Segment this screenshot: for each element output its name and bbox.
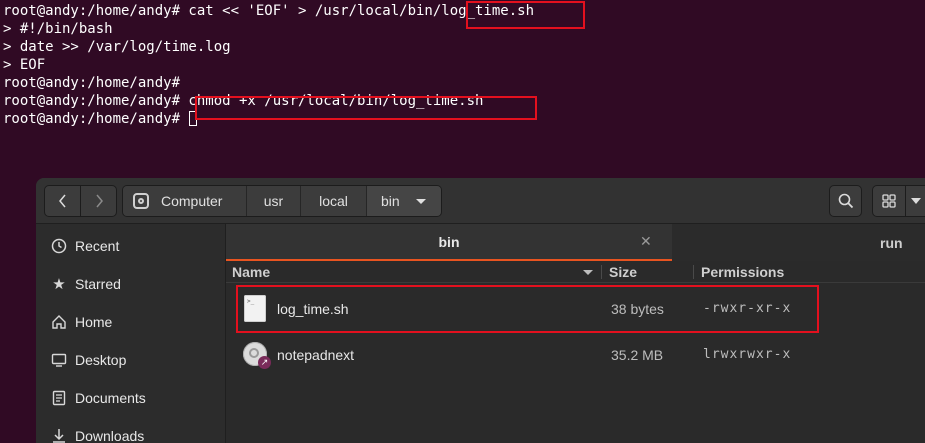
path-crumb-bin[interactable]: bin: [367, 186, 441, 216]
column-header: Name Size Permissions: [226, 262, 925, 283]
search-icon: [838, 193, 853, 209]
download-icon: [50, 428, 68, 443]
path-crumb-local[interactable]: local: [301, 186, 367, 216]
terminal-prompt: root@andy:/home/andy#: [3, 111, 189, 127]
tab-label: bin: [438, 233, 460, 250]
search-button[interactable]: [829, 185, 862, 217]
column-size-header[interactable]: Size: [609, 262, 637, 282]
sidebar-item-starred[interactable]: ★ Starred: [36, 265, 225, 303]
clock-icon: [50, 238, 68, 254]
column-separator[interactable]: [693, 265, 694, 279]
sidebar-item-desktop[interactable]: Desktop: [36, 341, 225, 379]
sidebar-item-downloads[interactable]: Downloads: [36, 417, 225, 443]
tab-bar: bin ✕ run: [226, 224, 925, 261]
file-name: notepadnext: [277, 347, 355, 363]
drive-icon: [133, 193, 149, 209]
desktop-icon: [50, 352, 68, 368]
path-crumb-label: local: [319, 193, 348, 209]
close-icon[interactable]: ✕: [640, 233, 652, 250]
sidebar-item-label: Documents: [75, 390, 146, 406]
path-bar: Computer usr local bin: [122, 185, 442, 217]
forward-button[interactable]: [80, 185, 117, 217]
sidebar-item-documents[interactable]: Documents: [36, 379, 225, 417]
column-permissions-header[interactable]: Permissions: [701, 262, 784, 282]
terminal-line: root@andy:/home/andy# chmod +x /usr/loca…: [3, 93, 484, 109]
back-button[interactable]: [44, 185, 81, 217]
terminal-line: > #!/bin/bash: [3, 21, 113, 37]
sidebar-item-label: Recent: [75, 238, 120, 254]
chevron-right-icon: [95, 194, 103, 208]
path-crumb-usr[interactable]: usr: [247, 186, 301, 216]
view-toggle-button[interactable]: [872, 185, 906, 217]
path-crumb-computer[interactable]: Computer: [123, 186, 247, 216]
path-crumb-label: Computer: [161, 193, 223, 209]
sidebar-item-label: Starred: [75, 276, 121, 292]
file-permissions: -rwxr-xr-x: [703, 301, 792, 316]
path-crumb-label: bin: [381, 193, 400, 209]
sidebar-item-home[interactable]: Home: [36, 303, 225, 341]
sidebar-item-recent[interactable]: Recent: [36, 227, 225, 265]
star-icon: ★: [52, 276, 66, 293]
sidebar: Recent ★ Starred Home Desktop Documents: [36, 224, 226, 443]
file-list-pane: bin ✕ run Name Size Permissions log_time…: [226, 224, 925, 443]
tab-bin[interactable]: bin ✕: [226, 224, 672, 261]
chevron-left-icon: [58, 194, 66, 208]
terminal-line: > EOF: [3, 57, 46, 73]
sidebar-item-label: Desktop: [75, 352, 127, 368]
terminal-line: > date >> /var/log/time.log: [3, 39, 231, 55]
file-row-notepadnext[interactable]: ↗ notepadnext 35.2 MB lrwxrwxr-x: [226, 332, 925, 378]
column-separator[interactable]: [601, 265, 602, 279]
terminal-prompt-line[interactable]: root@andy:/home/andy#: [3, 110, 198, 128]
sort-descending-icon: [583, 270, 593, 275]
column-name-header[interactable]: Name: [232, 262, 270, 282]
file-row-log-time[interactable]: log_time.sh 38 bytes -rwxr-xr-x: [226, 286, 925, 332]
terminal-window[interactable]: root@andy:/home/andy# cat << 'EOF' > /us…: [0, 0, 925, 178]
file-permissions: lrwxrwxr-x: [703, 347, 792, 362]
view-menu-button[interactable]: [905, 185, 925, 217]
chevron-down-icon: [415, 198, 426, 204]
file-size: 38 bytes: [611, 301, 664, 317]
header-bar: Computer usr local bin: [36, 178, 925, 224]
chevron-down-icon: [910, 198, 921, 204]
file-name: log_time.sh: [277, 301, 349, 317]
tab-label: run: [880, 234, 903, 251]
grid-view-icon: [882, 194, 896, 208]
symlink-badge-icon: ↗: [258, 356, 271, 369]
file-size: 35.2 MB: [611, 347, 664, 363]
file-manager-window: Computer usr local bin Recent ★ Starred …: [36, 178, 925, 443]
script-file-icon: [244, 295, 266, 322]
terminal-line: root@andy:/home/andy#: [3, 75, 181, 91]
path-crumb-label: usr: [263, 193, 284, 209]
terminal-line: root@andy:/home/andy# cat << 'EOF' > /us…: [3, 3, 535, 19]
sidebar-item-label: Downloads: [75, 428, 145, 443]
terminal-cursor: [189, 111, 198, 126]
document-icon: [50, 390, 68, 406]
tab-run[interactable]: run: [672, 224, 925, 261]
sidebar-item-label: Home: [75, 314, 113, 330]
home-icon: [50, 314, 68, 330]
